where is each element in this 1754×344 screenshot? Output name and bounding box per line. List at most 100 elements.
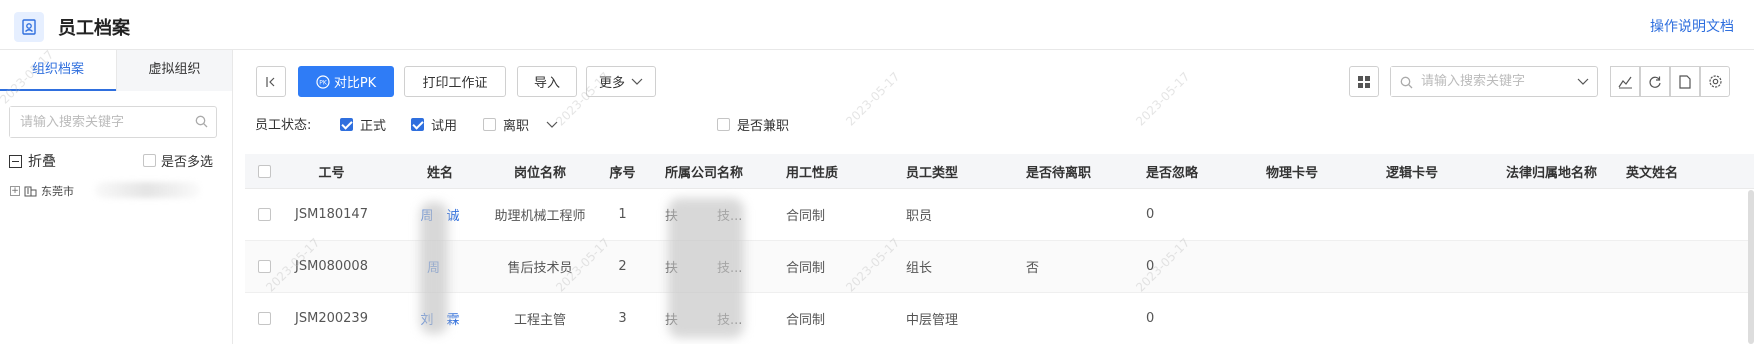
- expand-icon[interactable]: +: [10, 186, 20, 196]
- cell-id: JSM180147: [295, 207, 368, 222]
- more-dropdown[interactable]: 更多: [586, 66, 656, 97]
- cell-post: 工程主管: [513, 313, 566, 328]
- cell-post: 售后技术员: [507, 261, 573, 276]
- col-header[interactable]: 是否待离职: [1020, 154, 1130, 188]
- col-header[interactable]: 法律归属地名称: [1500, 154, 1620, 188]
- app: 员工档案 操作说明文档 组织档案 虚拟组织 折叠 是否多选 + 东莞市: [0, 0, 1754, 344]
- cell-pending: [1020, 293, 1130, 344]
- col-header[interactable]: 员工类型: [900, 154, 1010, 188]
- watermark-date: 2023-05-17: [1133, 69, 1193, 129]
- org-tabs: 组织档案 虚拟组织: [0, 50, 232, 91]
- status-option-probation[interactable]: 试用: [411, 115, 457, 134]
- resigned-checkbox[interactable]: [483, 118, 496, 131]
- multi-select-checkbox[interactable]: [143, 154, 156, 167]
- col-header[interactable]: 物理卡号: [1260, 154, 1370, 188]
- employee-search-box: [1390, 66, 1598, 97]
- table-row[interactable]: JSM080008 周 售后技术员 2 扶 技... 合同制 组长 否 0: [245, 241, 1754, 293]
- table-row[interactable]: JSM200239 刘 霖 工程主管 3 扶 技... 合同制 中层管理 0: [245, 293, 1754, 344]
- col-header[interactable]: 序号: [600, 154, 645, 188]
- import-button[interactable]: 导入: [517, 66, 577, 97]
- collapse-label: 折叠: [28, 154, 56, 170]
- refresh-button[interactable]: [1640, 66, 1670, 97]
- tab-virtual-org[interactable]: 虚拟组织: [116, 50, 232, 91]
- cell-seq: 1: [618, 207, 627, 222]
- grid-icon: [1358, 75, 1370, 88]
- org-tree-root-label: 东莞市: [41, 185, 74, 198]
- col-header[interactable]: 是否忽略: [1140, 154, 1250, 188]
- help-doc-link[interactable]: 操作说明文档: [1650, 16, 1734, 36]
- col-header[interactable]: 所属公司名称: [659, 154, 771, 188]
- collapse-panel-button[interactable]: [256, 66, 286, 97]
- employee-search-input[interactable]: [1391, 67, 1551, 96]
- employee-status-label: 员工状态:: [255, 118, 312, 133]
- col-header[interactable]: 姓名: [390, 154, 490, 188]
- tab-org-archive[interactable]: 组织档案: [0, 50, 116, 91]
- pk-icon: PK: [316, 74, 330, 89]
- cell-type: 职员: [906, 209, 933, 224]
- cell-type: 中层管理: [906, 313, 959, 328]
- redacted-company-blur: [668, 198, 744, 338]
- table-scrollbar[interactable]: [1748, 190, 1754, 344]
- probation-checkbox[interactable]: [411, 118, 424, 131]
- settings-button[interactable]: [1700, 66, 1730, 97]
- status-option-formal[interactable]: 正式: [340, 115, 386, 134]
- collapse-toggle[interactable]: 折叠: [9, 151, 56, 171]
- col-header[interactable]: 逻辑卡号: [1380, 154, 1490, 188]
- col-header[interactable]: 英文姓名: [1620, 154, 1730, 188]
- cell-nature: 合同制: [786, 313, 826, 328]
- parttime-option[interactable]: 是否兼职: [717, 115, 789, 134]
- org-tree-root[interactable]: + 东莞市: [10, 183, 74, 199]
- cell-nature: 合同制: [786, 209, 826, 224]
- cell-pending: 否: [1026, 261, 1040, 276]
- cell-id: JSM200239: [295, 311, 368, 326]
- org-search-input[interactable]: [10, 107, 190, 137]
- export-button[interactable]: [1670, 66, 1700, 97]
- cell-ignore: 0: [1146, 311, 1155, 326]
- row-checkbox[interactable]: [257, 312, 271, 325]
- refresh-icon: [1649, 76, 1661, 88]
- org-search-box: [9, 106, 217, 138]
- cell-pending: [1020, 189, 1130, 240]
- page-title: 员工档案: [58, 18, 130, 39]
- grid-view-button[interactable]: [1349, 66, 1379, 97]
- compare-pk-button[interactable]: PK 对比PK: [298, 66, 394, 97]
- chart-icon: [1618, 76, 1632, 88]
- building-icon: [24, 186, 37, 197]
- parttime-checkbox[interactable]: [717, 118, 730, 131]
- redacted-name-blur: [420, 202, 448, 334]
- col-header[interactable]: 工号: [283, 154, 380, 188]
- gear-icon: [1708, 75, 1722, 88]
- cell-type: 组长: [906, 261, 933, 276]
- table-row[interactable]: JSM180147 周 诚 助理机械工程师 1 扶 技... 合同制 职员 0: [245, 189, 1754, 241]
- org-panel: 组织档案 虚拟组织 折叠 是否多选 + 东莞市: [0, 50, 233, 344]
- row-checkbox[interactable]: [257, 208, 271, 221]
- col-header[interactable]: 用工性质: [780, 154, 890, 188]
- status-option-resigned[interactable]: 离职: [483, 115, 558, 134]
- select-all-checkbox[interactable]: [257, 164, 271, 178]
- search-icon: [1400, 76, 1413, 89]
- print-badge-button[interactable]: 打印工作证: [404, 66, 506, 97]
- chevron-down-icon[interactable]: [1577, 78, 1589, 86]
- chevron-down-icon[interactable]: [546, 121, 558, 129]
- chevron-down-icon: [631, 78, 643, 85]
- cell-id: JSM080008: [295, 259, 368, 274]
- cell-ignore: 0: [1146, 259, 1155, 274]
- table-header: 工号 姓名 岗位名称 序号 所属公司名称 用工性质 员工类型 是否待离职 是否忽…: [245, 154, 1754, 189]
- search-icon[interactable]: [195, 115, 208, 132]
- select-all-cell: [245, 154, 283, 188]
- watermark-date: 2023-05-17: [843, 69, 903, 129]
- multi-select-toggle[interactable]: 是否多选: [143, 151, 213, 170]
- cell-seq: 2: [618, 259, 627, 274]
- chart-button[interactable]: [1610, 66, 1640, 97]
- cell-nature: 合同制: [786, 261, 826, 276]
- employee-table: 工号 姓名 岗位名称 序号 所属公司名称 用工性质 员工类型 是否待离职 是否忽…: [245, 154, 1754, 344]
- formal-checkbox[interactable]: [340, 118, 353, 131]
- archive-logo-icon: [14, 12, 44, 42]
- col-header[interactable]: 岗位名称: [485, 154, 595, 188]
- cell-seq: 3: [618, 311, 627, 326]
- multi-select-label: 是否多选: [161, 155, 214, 170]
- collapse-icon: [9, 154, 22, 168]
- row-checkbox[interactable]: [257, 260, 271, 273]
- svg-text:PK: PK: [319, 79, 328, 86]
- cell-ignore: 0: [1146, 207, 1155, 222]
